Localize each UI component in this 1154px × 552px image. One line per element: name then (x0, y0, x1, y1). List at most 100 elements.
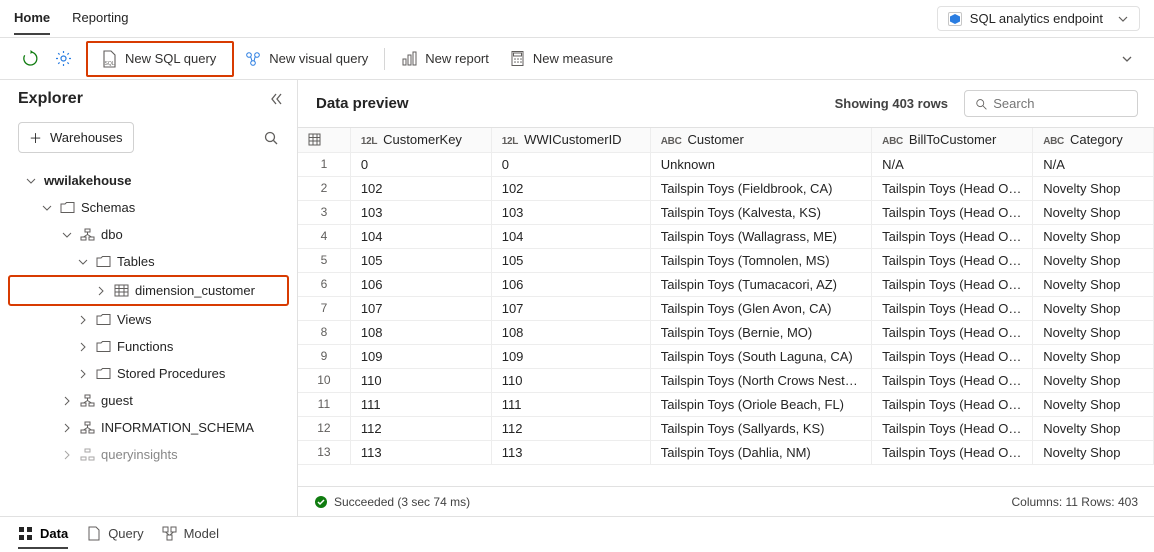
preview-search-box[interactable] (964, 90, 1138, 117)
cell[interactable]: Novelty Shop (1033, 392, 1154, 416)
refresh-button[interactable] (18, 46, 43, 71)
tree-item-stored-procedures[interactable]: Stored Procedures (8, 360, 289, 387)
tab-query[interactable]: Query (86, 520, 143, 549)
column-header[interactable]: ABCCategory (1033, 128, 1154, 152)
new-report-button[interactable]: New report (391, 45, 499, 72)
cell[interactable]: 0 (350, 152, 491, 176)
table-row[interactable]: 2102102Tailspin Toys (Fieldbrook, CA)Tai… (298, 176, 1154, 200)
endpoint-dropdown[interactable]: SQL analytics endpoint (937, 6, 1140, 31)
cell[interactable]: 111 (491, 392, 650, 416)
tree-item-lakehouse[interactable]: wwilakehouse (8, 167, 289, 194)
cell[interactable]: 103 (350, 200, 491, 224)
cell[interactable]: 110 (491, 368, 650, 392)
cell[interactable]: 106 (491, 272, 650, 296)
cell[interactable]: 109 (491, 344, 650, 368)
cell[interactable]: 102 (350, 176, 491, 200)
cell[interactable]: Tailspin Toys (Head Office) (872, 320, 1033, 344)
add-warehouses-button[interactable]: ＋ Warehouses (18, 122, 134, 153)
cell[interactable]: N/A (1033, 152, 1154, 176)
table-row[interactable]: 9109109Tailspin Toys (South Laguna, CA)T… (298, 344, 1154, 368)
cell[interactable]: Tailspin Toys (North Crows Nest, IN) (650, 368, 871, 392)
collapse-explorer-button[interactable] (269, 92, 283, 106)
table-row[interactable]: 7107107Tailspin Toys (Glen Avon, CA)Tail… (298, 296, 1154, 320)
cell[interactable]: Tailspin Toys (Head Office) (872, 368, 1033, 392)
cell[interactable]: Tailspin Toys (South Laguna, CA) (650, 344, 871, 368)
cell[interactable]: 107 (491, 296, 650, 320)
tree-item-dimension-customer[interactable]: dimension_customer (8, 275, 289, 306)
tab-model[interactable]: Model (162, 520, 219, 549)
cell[interactable]: 108 (491, 320, 650, 344)
tab-home[interactable]: Home (14, 2, 50, 35)
cell[interactable]: Tailspin Toys (Head Office) (872, 200, 1033, 224)
cell[interactable]: Novelty Shop (1033, 248, 1154, 272)
tree-item-guest[interactable]: guest (8, 387, 289, 414)
cell[interactable]: 111 (350, 392, 491, 416)
cell[interactable]: 103 (491, 200, 650, 224)
cell[interactable]: 105 (491, 248, 650, 272)
column-header[interactable]: 12LWWICustomerID (491, 128, 650, 152)
cell[interactable]: Tailspin Toys (Dahlia, NM) (650, 440, 871, 464)
cell[interactable]: Tailspin Toys (Head Office) (872, 344, 1033, 368)
toolbar-more-button[interactable] (1110, 46, 1144, 72)
column-header[interactable]: ABCCustomer (650, 128, 871, 152)
cell[interactable]: Tailspin Toys (Head Office) (872, 440, 1033, 464)
preview-search-input[interactable] (993, 96, 1123, 111)
cell[interactable]: N/A (872, 152, 1033, 176)
cell[interactable]: Tailspin Toys (Glen Avon, CA) (650, 296, 871, 320)
table-row[interactable]: 4104104Tailspin Toys (Wallagrass, ME)Tai… (298, 224, 1154, 248)
cell[interactable]: Tailspin Toys (Head Office) (872, 176, 1033, 200)
tree-item-tables[interactable]: Tables (8, 248, 289, 275)
cell[interactable]: Tailspin Toys (Oriole Beach, FL) (650, 392, 871, 416)
tree-item-queryinsights[interactable]: queryinsights (8, 441, 289, 468)
cell[interactable]: Tailspin Toys (Head Office) (872, 272, 1033, 296)
tab-reporting[interactable]: Reporting (72, 2, 128, 35)
new-sql-query-button[interactable]: SQL New SQL query (90, 45, 226, 73)
new-measure-button[interactable]: New measure (499, 45, 623, 72)
table-row[interactable]: 8108108Tailspin Toys (Bernie, MO)Tailspi… (298, 320, 1154, 344)
cell[interactable]: Novelty Shop (1033, 344, 1154, 368)
cell[interactable]: 107 (350, 296, 491, 320)
table-row[interactable]: 5105105Tailspin Toys (Tomnolen, MS)Tails… (298, 248, 1154, 272)
cell[interactable]: Novelty Shop (1033, 416, 1154, 440)
cell[interactable]: Unknown (650, 152, 871, 176)
table-row[interactable]: 12112112Tailspin Toys (Sallyards, KS)Tai… (298, 416, 1154, 440)
cell[interactable]: Novelty Shop (1033, 200, 1154, 224)
cell[interactable]: Novelty Shop (1033, 368, 1154, 392)
cell[interactable]: Novelty Shop (1033, 224, 1154, 248)
cell[interactable]: 0 (491, 152, 650, 176)
tree-item-schemas[interactable]: Schemas (8, 194, 289, 221)
cell[interactable]: 112 (491, 416, 650, 440)
cell[interactable]: Tailspin Toys (Head Office) (872, 224, 1033, 248)
cell[interactable]: 105 (350, 248, 491, 272)
cell[interactable]: 109 (350, 344, 491, 368)
cell[interactable]: Tailspin Toys (Head Office) (872, 416, 1033, 440)
column-header[interactable]: ABCBillToCustomer (872, 128, 1033, 152)
data-grid[interactable]: 12LCustomerKey12LWWICustomerIDABCCustome… (298, 127, 1154, 486)
cell[interactable]: Novelty Shop (1033, 176, 1154, 200)
cell[interactable]: Tailspin Toys (Tumacacori, AZ) (650, 272, 871, 296)
cell[interactable]: 108 (350, 320, 491, 344)
cell[interactable]: 106 (350, 272, 491, 296)
cell[interactable]: 113 (491, 440, 650, 464)
cell[interactable]: 110 (350, 368, 491, 392)
cell[interactable]: Novelty Shop (1033, 272, 1154, 296)
cell[interactable]: Tailspin Toys (Wallagrass, ME) (650, 224, 871, 248)
table-row[interactable]: 11111111Tailspin Toys (Oriole Beach, FL)… (298, 392, 1154, 416)
table-row[interactable]: 6106106Tailspin Toys (Tumacacori, AZ)Tai… (298, 272, 1154, 296)
tree-item-views[interactable]: Views (8, 306, 289, 333)
new-visual-query-button[interactable]: New visual query (234, 45, 378, 73)
cell[interactable]: Novelty Shop (1033, 440, 1154, 464)
tree-item-information-schema[interactable]: INFORMATION_SCHEMA (8, 414, 289, 441)
cell[interactable]: 112 (350, 416, 491, 440)
cell[interactable]: 113 (350, 440, 491, 464)
explorer-search-button[interactable] (259, 126, 283, 150)
column-header[interactable]: 12LCustomerKey (350, 128, 491, 152)
cell[interactable]: Tailspin Toys (Head Office) (872, 296, 1033, 320)
cell[interactable]: 102 (491, 176, 650, 200)
table-row[interactable]: 100UnknownN/AN/A (298, 152, 1154, 176)
cell[interactable]: Tailspin Toys (Tomnolen, MS) (650, 248, 871, 272)
cell[interactable]: Tailspin Toys (Fieldbrook, CA) (650, 176, 871, 200)
cell[interactable]: Tailspin Toys (Head Office) (872, 248, 1033, 272)
cell[interactable]: Tailspin Toys (Head Office) (872, 392, 1033, 416)
table-row[interactable]: 10110110Tailspin Toys (North Crows Nest,… (298, 368, 1154, 392)
